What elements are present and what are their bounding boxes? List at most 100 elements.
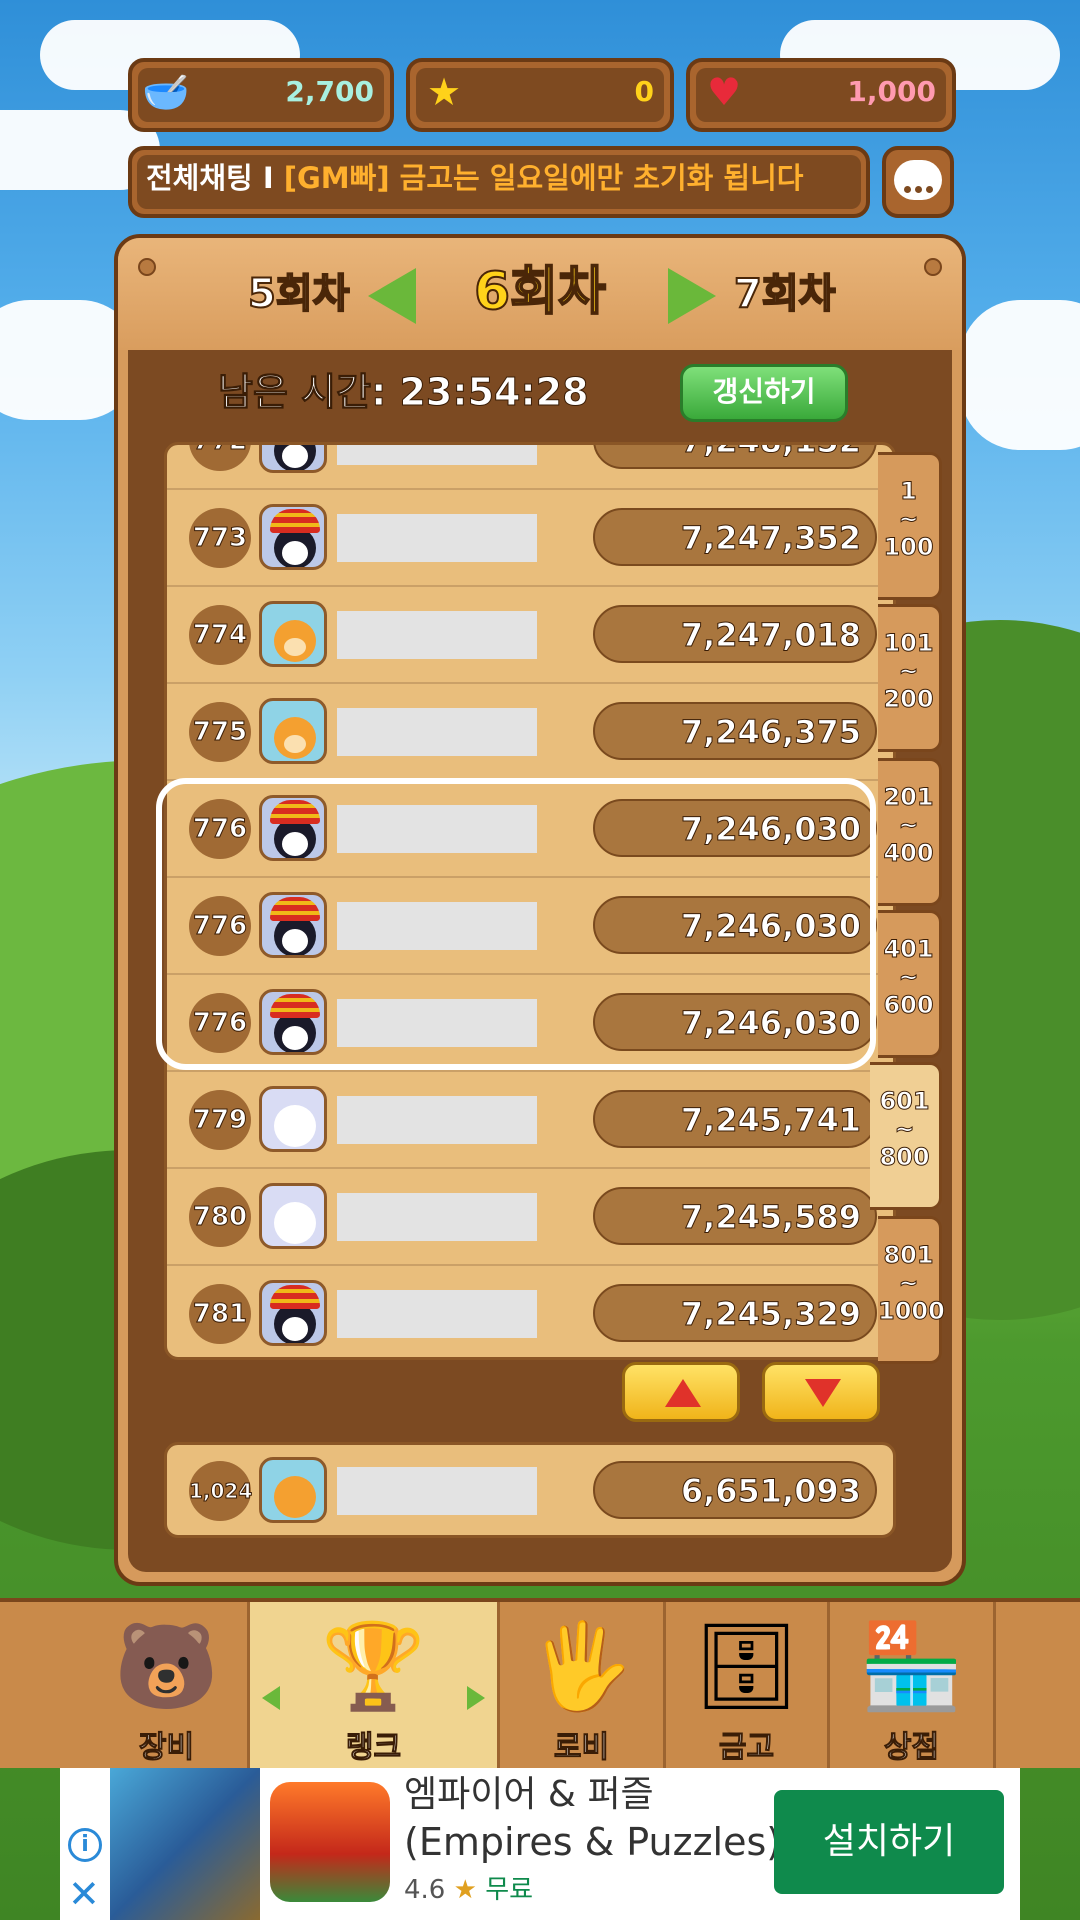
- rank-number: 773: [189, 508, 251, 568]
- bear-avatar-icon: [259, 601, 327, 667]
- bottom-nav: 🐻 장비 🏆 랭크 🖐 로비 🗄 금고 🏪 상점: [0, 1598, 1080, 1772]
- chat-ticker[interactable]: 전체채팅 I [GM빠] 금고는 일요일에만 초기화 됩니다: [128, 146, 870, 218]
- player-name-box: [337, 445, 537, 465]
- my-rank-number: 1,024: [189, 1461, 253, 1521]
- range-from: 101: [883, 629, 934, 658]
- ranking-row[interactable]: 781 7,245,329: [167, 1266, 893, 1357]
- ad-rating: 4.6 ★ 무료: [404, 1872, 533, 1908]
- ad-info-icon[interactable]: i: [68, 1828, 102, 1862]
- score-value: 7,245,329: [680, 1295, 861, 1334]
- score-box: 7,245,329: [593, 1284, 877, 1342]
- scroll-down-button[interactable]: [762, 1362, 880, 1422]
- range-tab[interactable]: 101 ~200: [878, 604, 942, 752]
- current-round-label: 6회차: [473, 261, 607, 323]
- range-to: 800: [879, 1143, 930, 1172]
- range-tab[interactable]: 801 ~1000: [878, 1216, 946, 1364]
- next-round-arrow-icon[interactable]: [668, 268, 716, 324]
- nav-shop[interactable]: 🏪 상점: [830, 1602, 996, 1772]
- nav-equipment[interactable]: 🐻 장비: [86, 1602, 250, 1772]
- player-name-box: [337, 708, 537, 756]
- ranking-row[interactable]: 780 7,245,589: [167, 1169, 893, 1266]
- nav-rank[interactable]: 🏆 랭크: [250, 1602, 500, 1772]
- ad-price: 무료: [485, 1875, 534, 1905]
- star-value: 0: [634, 75, 654, 108]
- ranking-row[interactable]: 779 7,245,741: [167, 1072, 893, 1169]
- scroll-up-button[interactable]: [622, 1362, 740, 1422]
- rank-number: 780: [189, 1187, 251, 1247]
- remaining-time: 남은 시간: 23:54:28: [218, 370, 590, 415]
- range-from: 801: [883, 1241, 934, 1270]
- hands-icon: 🖐: [529, 1617, 634, 1715]
- prev-round-label[interactable]: 5회차: [247, 268, 350, 320]
- player-name-box: [337, 1290, 537, 1338]
- rank-number: 775: [189, 702, 251, 762]
- score-value: 7,247,352: [680, 519, 861, 558]
- speech-bubble-icon: [894, 160, 942, 200]
- nav-lobby[interactable]: 🖐 로비: [500, 1602, 666, 1772]
- range-from: 1: [900, 477, 918, 506]
- ad-title[interactable]: 엠파이어 & 퍼즐: [404, 1772, 654, 1818]
- nav-left-arrow-icon: [262, 1686, 280, 1710]
- ad-install-button[interactable]: 설치하기: [774, 1790, 1004, 1894]
- range-tab[interactable]: 601 ~800: [870, 1062, 942, 1210]
- rank-number: 772: [189, 445, 251, 471]
- ad-app-icon[interactable]: [270, 1782, 390, 1902]
- up-triangle-icon: [665, 1379, 701, 1407]
- range-sep: ~: [898, 657, 919, 686]
- rank-number: 781: [189, 1284, 251, 1344]
- ranking-row[interactable]: 774 7,247,018: [167, 587, 893, 684]
- gem-counter[interactable]: 🥣 2,700: [128, 58, 394, 132]
- gem-bowl-icon: 🥣: [142, 70, 190, 114]
- range-to: 400: [883, 839, 934, 868]
- score-box: 7,245,741: [593, 1090, 877, 1148]
- penguin-avatar-icon: [259, 445, 327, 473]
- score-value: 7,247,018: [680, 616, 861, 655]
- next-round-label[interactable]: 7회차: [733, 268, 836, 320]
- range-tab[interactable]: 1 ~100: [878, 452, 942, 600]
- down-triangle-icon: [805, 1379, 841, 1407]
- range-sep: ~: [898, 1269, 919, 1298]
- range-tab[interactable]: 401 ~600: [878, 910, 942, 1058]
- player-name-box: [337, 514, 537, 562]
- ad-close-icon[interactable]: ✕: [68, 1872, 100, 1916]
- star-counter[interactable]: ★ 0: [406, 58, 674, 132]
- gem-value: 2,700: [285, 75, 374, 108]
- refresh-button[interactable]: 갱신하기: [680, 364, 848, 422]
- rank-number: 774: [189, 605, 251, 665]
- range-sep: ~: [894, 1115, 915, 1144]
- heart-value: 1,000: [847, 75, 936, 108]
- chat-button[interactable]: [882, 146, 954, 218]
- heart-counter[interactable]: ♥ 1,000: [686, 58, 956, 132]
- bear-avatar-icon: [259, 698, 327, 764]
- round-header: 5회차 6회차 7회차: [118, 238, 962, 350]
- range-to: 1000: [878, 1297, 946, 1326]
- range-sep: ~: [898, 505, 919, 534]
- my-score: 6,651,093: [680, 1472, 861, 1511]
- score-box: 7,245,589: [593, 1187, 877, 1245]
- score-value: 7,248,152: [680, 445, 861, 469]
- score-value: 7,246,375: [680, 713, 861, 752]
- ad-subtitle[interactable]: (Empires & Puzzles): [404, 1818, 781, 1866]
- ad-image[interactable]: [110, 1768, 260, 1920]
- star-icon: ★: [426, 70, 462, 114]
- ad-rating-value: 4.6: [404, 1875, 446, 1905]
- chat-channel: 전체채팅 I: [146, 161, 274, 195]
- safe-icon: 🗄: [693, 1617, 800, 1715]
- score-value: 7,245,589: [680, 1198, 861, 1237]
- score-value: 7,245,741: [680, 1101, 861, 1140]
- ranking-row[interactable]: 772 7,248,152: [167, 445, 893, 490]
- ranking-row[interactable]: 775 7,246,375: [167, 684, 893, 781]
- prev-round-arrow-icon[interactable]: [368, 268, 416, 324]
- ad-banner[interactable]: i ✕ 엠파이어 & 퍼즐 (Empires & Puzzles) 4.6 ★ …: [60, 1768, 1020, 1920]
- trophy-icon: 🏆: [321, 1617, 426, 1715]
- mouse-avatar-icon: [259, 1183, 327, 1249]
- nav-vault[interactable]: 🗄 금고: [666, 1602, 830, 1772]
- player-name-box: [337, 1096, 537, 1144]
- range-from: 401: [883, 935, 934, 964]
- rank-number: 779: [189, 1090, 251, 1150]
- range-from: 201: [883, 783, 934, 812]
- bear-avatar-icon: [259, 1457, 327, 1523]
- penguin-avatar-icon: [259, 1280, 327, 1346]
- ranking-row[interactable]: 773 7,247,352: [167, 490, 893, 587]
- range-tab[interactable]: 201 ~400: [878, 758, 942, 906]
